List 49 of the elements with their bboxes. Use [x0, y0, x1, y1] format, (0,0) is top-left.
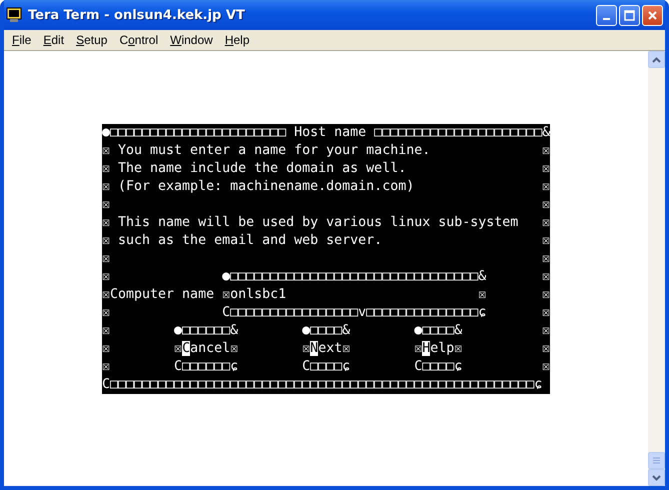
- close-icon: [647, 10, 658, 20]
- maximize-icon: [624, 10, 635, 20]
- scroll-thumb[interactable]: [648, 452, 665, 469]
- terminal-line: ☒Computer name ☒onlsbc1 ☒: [102, 286, 486, 304]
- border-glyph: ☒: [542, 304, 550, 322]
- menu-item[interactable]: Setup: [70, 33, 114, 47]
- menu-item[interactable]: Control: [113, 33, 164, 47]
- scrollbar[interactable]: [648, 51, 665, 486]
- border-glyph: ☒: [542, 178, 550, 196]
- terminal-app-icon: [6, 7, 22, 23]
- terminal-line: ☒ The name include the domain as well.: [102, 160, 406, 178]
- terminal-line: ☒ (For example: machinename.domain.com): [102, 178, 414, 196]
- border-glyph: ☒: [542, 196, 550, 214]
- border-glyph: ☒: [542, 142, 550, 160]
- terminal-line: ☒ This name will be used by various linux sub-system: [102, 214, 518, 232]
- maximize-button[interactable]: [619, 4, 640, 26]
- terminal-line: ☒ such as the email and web server.: [102, 232, 382, 250]
- border-glyph: ☒: [542, 268, 550, 286]
- border-glyph: ☒: [542, 214, 550, 232]
- terminal-line: ☒ ●□□□□□□□□□□□□□□□□□□□□□□□□□□□□□□□&: [102, 268, 486, 286]
- terminal-line: ☒: [102, 196, 110, 214]
- terminal-line: ☒: [102, 250, 110, 268]
- border-glyph: ☒: [542, 340, 550, 358]
- chevron-up-icon: [652, 56, 661, 62]
- terminal-line: ☒ C□□□□□□ɕ C□□□□ɕ C□□□□ɕ: [102, 358, 462, 376]
- border-glyph: ☒: [542, 286, 550, 304]
- grip-icon: [653, 457, 660, 464]
- terminal-line: ☒ ●□□□□□□& ●□□□□& ●□□□□&: [102, 322, 462, 340]
- border-glyph: ☒: [542, 322, 550, 340]
- terminal-line: C□□□□□□□□□□□□□□□□□□□□□□□□□□□□□□□□□□□□□□□□□□□□□□□□□□□□□ɕ: [102, 376, 542, 394]
- menu-item[interactable]: Help: [218, 33, 256, 47]
- scroll-up-button[interactable]: [648, 51, 665, 68]
- terminal-line: ☒ You must enter a name for your machine.: [102, 142, 430, 160]
- menu-item[interactable]: File: [6, 33, 38, 47]
- border-glyph: ☒: [542, 232, 550, 250]
- border-glyph: ☒: [542, 160, 550, 178]
- terminal-line: ●□□□□□□□□□□□□□□□□□□□□□□ Host name □□□□□□□□□□□□□□□□□□□□□&: [102, 124, 550, 142]
- border-glyph: ☒: [542, 250, 550, 268]
- close-button[interactable]: [642, 4, 663, 26]
- terminal-line: ☒ ☒Cancel☒ ☒Next☒ ☒Help☒: [102, 340, 462, 358]
- border-glyph: ☒: [542, 358, 550, 376]
- minimize-button[interactable]: [596, 4, 617, 26]
- scroll-down-button[interactable]: [648, 469, 665, 486]
- menu-item[interactable]: Window: [164, 33, 219, 47]
- window-title: Tera Term - onlsun4.kek.jp VT: [28, 8, 246, 22]
- terminal-line: ☒ C□□□□□□□□□□□□□□□□v□□□□□□□□□□□□□□ɕ: [102, 304, 486, 322]
- menu-item[interactable]: Edit: [37, 33, 70, 47]
- chevron-down-icon: [652, 474, 661, 480]
- minimize-icon: [603, 18, 610, 20]
